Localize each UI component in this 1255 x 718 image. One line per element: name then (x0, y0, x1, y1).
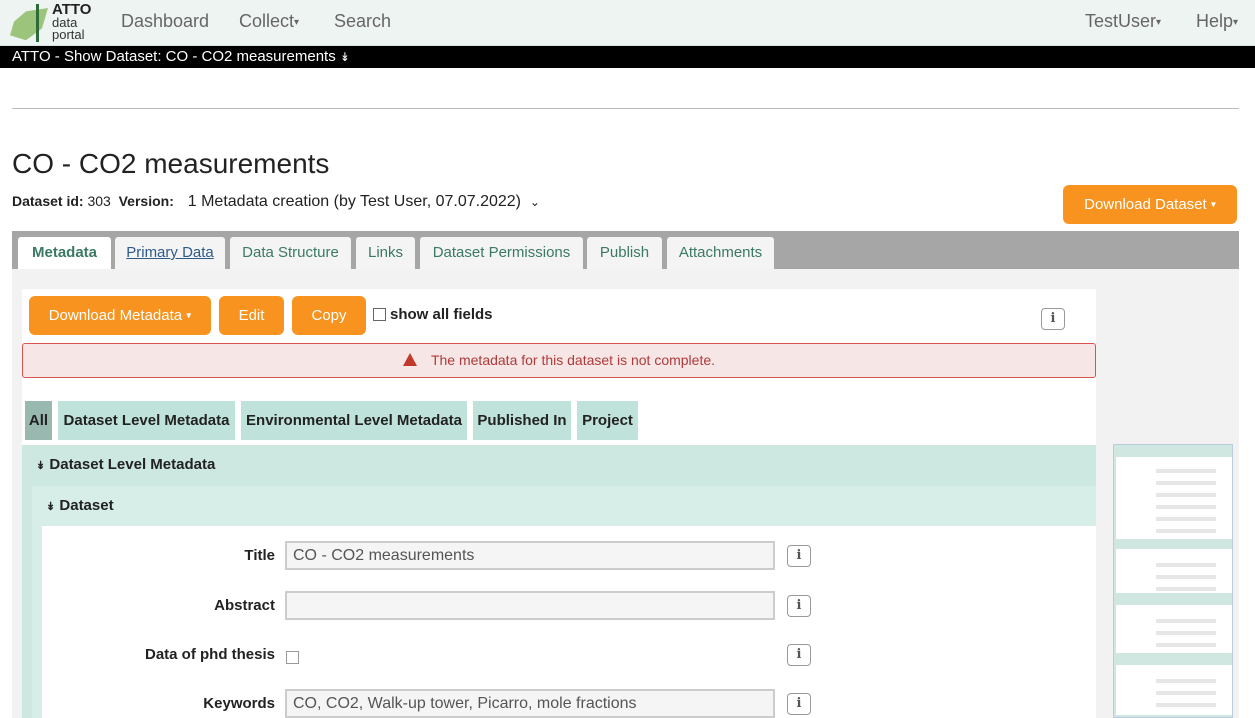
show-all-checkbox[interactable] (373, 308, 386, 321)
info-icon[interactable]: i (787, 545, 811, 567)
title-field[interactable]: CO - CO2 measurements (285, 541, 775, 570)
nav-help-menu[interactable]: Help▾ (1196, 11, 1238, 32)
filter-all[interactable]: All (25, 401, 52, 440)
phd-thesis-checkbox[interactable] (286, 649, 303, 667)
nav-dashboard[interactable]: Dashboard (121, 11, 209, 32)
filter-project[interactable]: Project (577, 401, 638, 440)
tab-bar: Metadata Primary Data Data Structure Lin… (12, 231, 1239, 269)
keywords-label: Keywords (203, 695, 275, 712)
info-icon[interactable]: i (787, 595, 811, 617)
download-metadata-button[interactable]: Download Metadata ▾ (29, 296, 211, 335)
chevron-down-icon: ⌄ (529, 195, 540, 209)
version-select[interactable]: 1 Metadata creation (by Test User, 07.07… (188, 193, 540, 210)
info-icon[interactable]: i (787, 644, 811, 666)
nav-collect[interactable]: Collect▾ (239, 11, 299, 32)
filter-dataset-level[interactable]: Dataset Level Metadata (58, 401, 235, 440)
download-dataset-button[interactable]: Download Dataset ▾ (1063, 185, 1237, 224)
breadcrumb[interactable]: ATTO - Show Dataset: CO - CO2 measuremen… (0, 46, 1255, 68)
tab-links[interactable]: Links (356, 237, 415, 269)
filter-environmental-level[interactable]: Environmental Level Metadata (241, 401, 467, 440)
tower-icon (36, 4, 39, 42)
tab-dataset-permissions[interactable]: Dataset Permissions (420, 237, 583, 269)
info-icon[interactable]: i (787, 693, 811, 715)
copy-button[interactable]: Copy (292, 296, 366, 335)
filter-published-in[interactable]: Published In (473, 401, 571, 440)
caret-down-icon: ▾ (1156, 16, 1162, 28)
phd-thesis-label: Data of phd thesis (144, 646, 275, 663)
tab-data-structure[interactable]: Data Structure (230, 237, 351, 269)
abstract-label: Abstract (214, 597, 275, 614)
incomplete-metadata-alert: The metadata for this dataset is not com… (22, 343, 1096, 378)
page-title: CO - CO2 measurements (12, 148, 330, 179)
top-navbar: ATTO data portal Dashboard Collect▾ Sear… (0, 0, 1255, 46)
divider (12, 108, 1239, 109)
tab-metadata[interactable]: Metadata (18, 237, 111, 269)
leaf-icon (10, 8, 48, 41)
dataset-header[interactable]: ↡ Dataset (46, 497, 114, 514)
caret-down-icon: ▾ (1233, 16, 1239, 28)
double-chevron-down-icon: ↡ (46, 501, 56, 513)
tab-attachments[interactable]: Attachments (667, 237, 774, 269)
atto-logo[interactable]: ATTO data portal (10, 1, 95, 44)
warning-icon (402, 353, 417, 366)
page-minimap[interactable] (1113, 444, 1233, 718)
dataset-level-header[interactable]: ↡ Dataset Level Metadata (36, 456, 215, 473)
edit-button[interactable]: Edit (219, 296, 284, 335)
show-all-fields-toggle[interactable]: show all fields (373, 306, 493, 323)
double-chevron-down-icon: ↡ (339, 50, 350, 64)
caret-down-icon: ▾ (294, 16, 300, 28)
dataset-meta: Dataset id: 303 Version: 1 Metadata crea… (12, 193, 540, 210)
logo-subtitle: data portal (52, 15, 85, 42)
abstract-field[interactable] (285, 591, 775, 620)
keywords-field[interactable]: CO, CO2, Walk-up tower, Picarro, mole fr… (285, 689, 775, 718)
tab-publish[interactable]: Publish (587, 237, 662, 269)
double-chevron-down-icon: ↡ (36, 460, 46, 472)
tab-primary-data[interactable]: Primary Data (115, 237, 225, 269)
info-icon[interactable]: i (1041, 308, 1065, 330)
nav-user-menu[interactable]: TestUser▾ (1085, 11, 1161, 32)
nav-search[interactable]: Search (334, 11, 391, 32)
title-label: Title (244, 547, 275, 564)
